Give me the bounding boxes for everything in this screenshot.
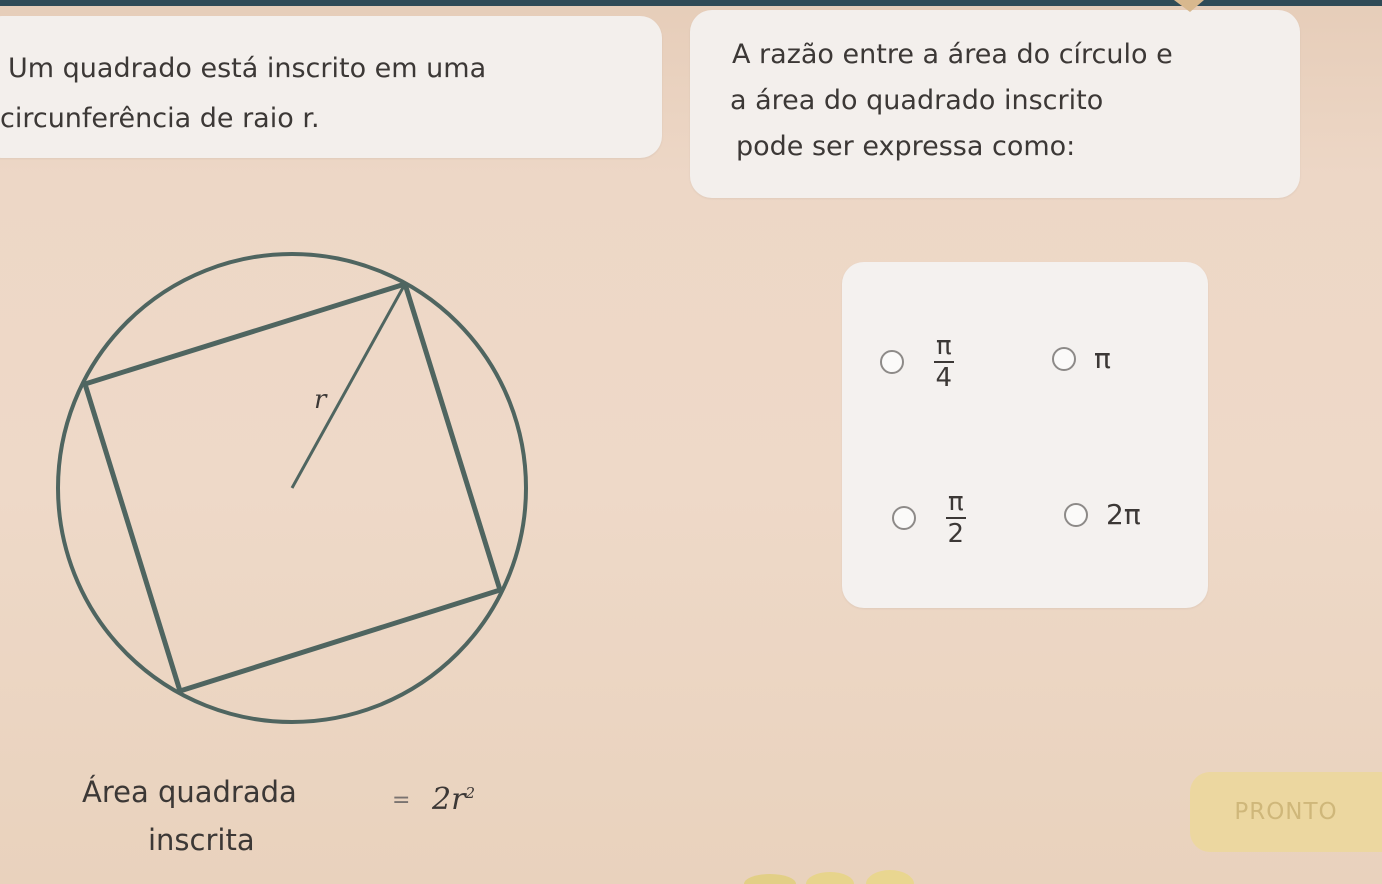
- decoration-bump: [806, 872, 854, 884]
- bottom-decoration: [744, 0, 1204, 884]
- decoration-bump: [866, 870, 914, 884]
- decoration-corner: [1174, 0, 1204, 12]
- decoration-bump: [744, 874, 796, 884]
